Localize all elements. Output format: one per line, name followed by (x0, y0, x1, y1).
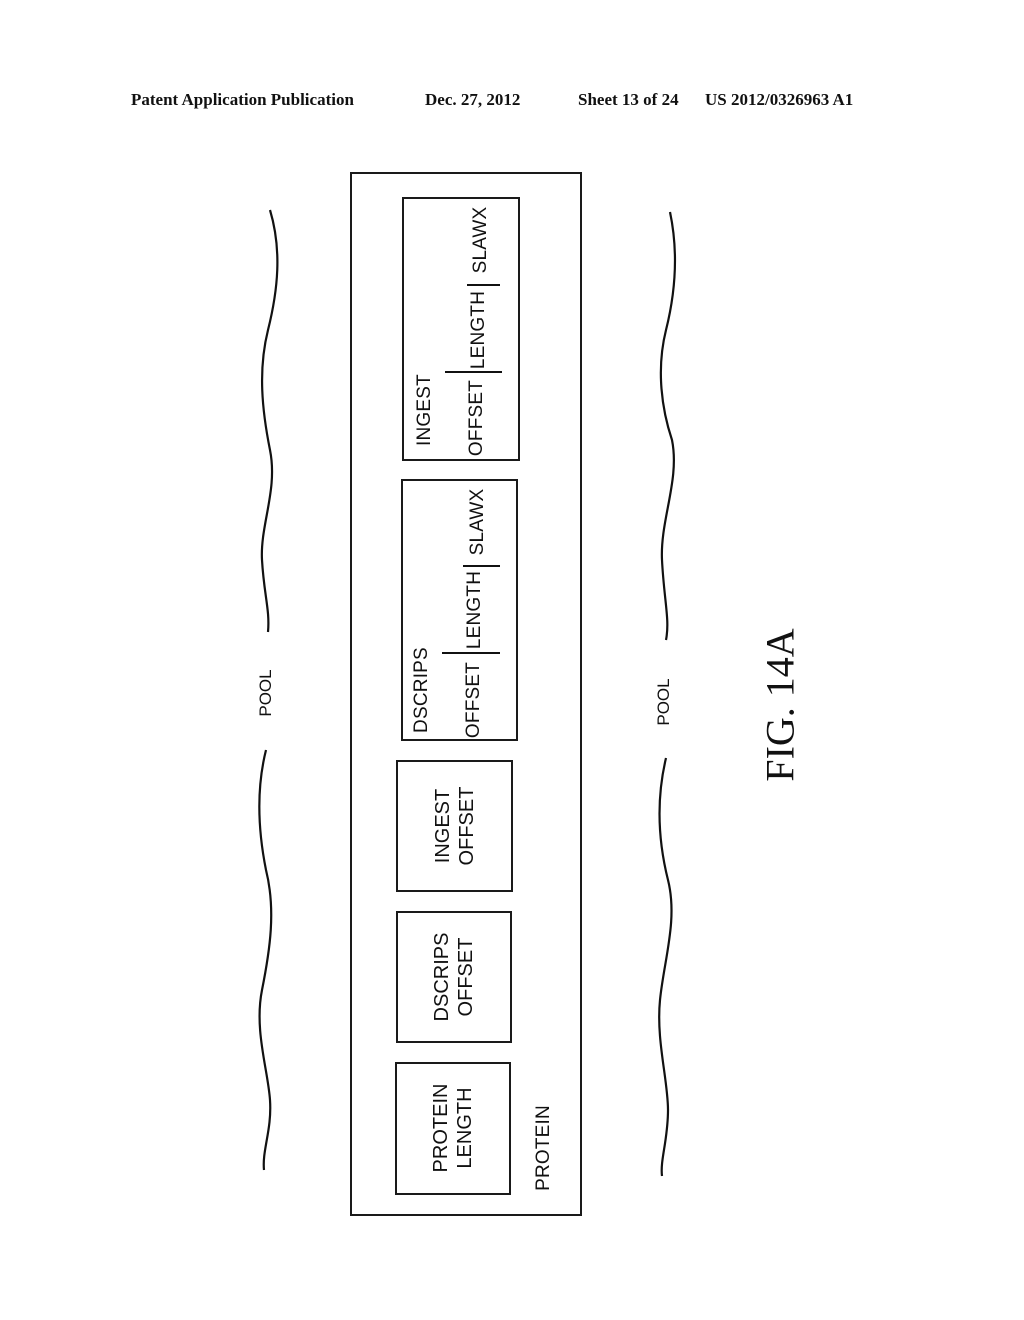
protein-length-text: PROTEIN LENGTH (429, 1084, 477, 1173)
dscrips-offset-text: DSCRIPS OFFSET (430, 933, 478, 1022)
dscrips-dividers (442, 565, 500, 654)
protein-length-line1: PROTEIN (430, 1083, 452, 1173)
ingest-offset-line1: INGEST (432, 788, 454, 864)
protein-label: PROTEIN (533, 1105, 554, 1191)
protein-length-line2: LENGTH (454, 1087, 476, 1169)
ingest-offset-text: INGEST OFFSET (431, 787, 479, 866)
dscrips-offset-line2: OFFSET (455, 937, 477, 1017)
figure-caption: FIG. 14A (757, 628, 803, 782)
ingest-offset-line2: OFFSET (456, 786, 478, 866)
dscrips-offset-line1: DSCRIPS (431, 932, 453, 1022)
